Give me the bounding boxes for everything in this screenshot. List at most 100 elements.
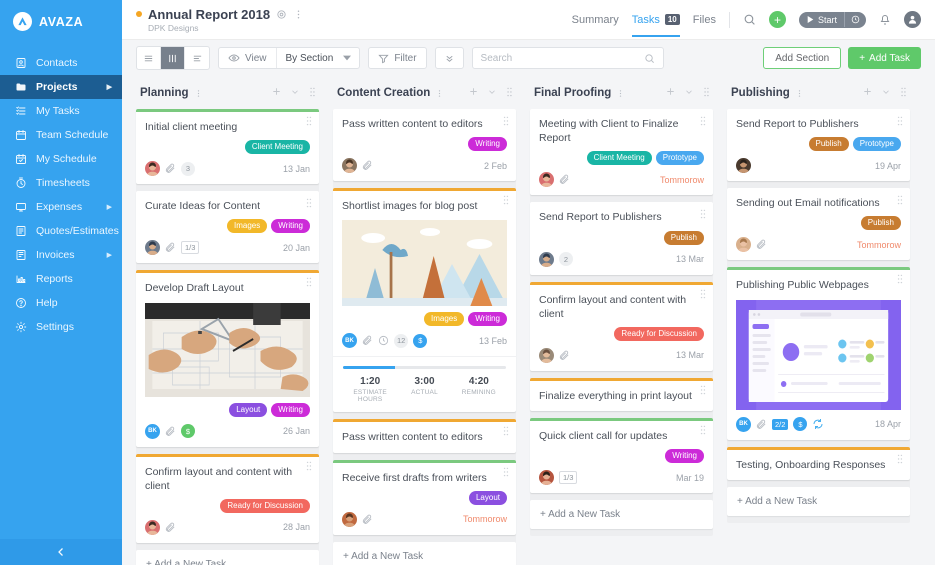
drag-handle-icon[interactable] — [502, 116, 510, 127]
tag[interactable]: Writing — [665, 449, 704, 464]
task-card[interactable]: Finalize everything in print layout — [530, 377, 713, 412]
sidebar-collapse-button[interactable] — [0, 539, 122, 565]
more-vertical-icon[interactable] — [194, 89, 203, 98]
avatar[interactable] — [539, 251, 554, 267]
drag-handle-icon[interactable] — [699, 209, 707, 220]
task-card[interactable]: Send Report to Publishers Publish 2 13 Mar — [530, 202, 713, 275]
avatar[interactable] — [539, 347, 554, 363]
task-card[interactable]: Shortlist images for blog post Images Writ… — [333, 188, 516, 413]
tag[interactable]: Images — [424, 312, 465, 327]
tag[interactable]: Prototype — [655, 151, 704, 166]
drag-handle-icon[interactable] — [502, 426, 510, 437]
board-view-icon[interactable] — [161, 47, 185, 69]
task-card[interactable]: Receive first drafts from writers Layout T… — [333, 459, 516, 535]
add-card-icon[interactable] — [665, 84, 676, 102]
task-card[interactable]: Pass written content to editors — [333, 419, 516, 453]
attachment-paperclip-icon[interactable] — [756, 239, 767, 250]
drag-handle-icon[interactable] — [502, 467, 510, 478]
task-card[interactable]: Send Report to Publishers Publish Prototyp… — [727, 109, 910, 182]
attachment-paperclip-icon[interactable] — [559, 350, 570, 361]
avatar[interactable] — [145, 519, 160, 535]
drag-handle-icon[interactable] — [699, 289, 707, 300]
add-new-task-button[interactable]: + Add a New Task — [530, 500, 713, 530]
avatar[interactable] — [145, 240, 160, 256]
attachment-paperclip-icon[interactable] — [165, 522, 176, 533]
search-box[interactable] — [471, 47, 664, 69]
task-card[interactable]: Testing, Onboarding Responses — [727, 446, 910, 480]
avatar[interactable] — [342, 158, 357, 174]
sidebar-item-settings[interactable]: Settings — [0, 315, 122, 339]
add-task-button[interactable]: + Add Task — [848, 47, 921, 69]
tab-tasks[interactable]: Tasks 10 — [631, 3, 680, 37]
plus-circle-icon[interactable]: + — [768, 11, 786, 28]
sidebar-item-projects[interactable]: Projects ▶ — [0, 75, 122, 99]
chevron-down-icon[interactable] — [290, 84, 300, 102]
sidebar-item-team-schedule[interactable]: Team Schedule — [0, 123, 122, 147]
attachment-paperclip-icon[interactable] — [362, 335, 373, 346]
add-card-icon[interactable] — [468, 84, 479, 102]
avatar[interactable] — [736, 158, 751, 174]
tag[interactable]: Ready for Discussion — [220, 498, 310, 513]
task-card[interactable]: Quick client call for updates Writing 1/3 M… — [530, 418, 713, 494]
more-vertical-icon[interactable] — [795, 89, 804, 98]
user-avatar-icon[interactable] — [904, 11, 921, 28]
task-card[interactable]: Publishing Public Webpages BK 2/2 $18 Apr — [727, 267, 910, 440]
tag[interactable]: Ready for Discussion — [614, 326, 704, 341]
collapse-all-button[interactable] — [434, 47, 464, 69]
more-vertical-icon[interactable] — [616, 89, 625, 98]
list-view-icon[interactable] — [137, 47, 161, 69]
tag[interactable]: Client Meeting — [586, 151, 652, 166]
tag[interactable]: Writing — [271, 402, 310, 417]
drag-handle-icon[interactable] — [502, 195, 510, 206]
drag-handle-icon[interactable] — [899, 84, 908, 102]
add-new-task-button[interactable]: + Add a New Task — [333, 541, 516, 565]
tag[interactable]: Publish — [860, 216, 901, 231]
bell-icon[interactable] — [879, 14, 891, 26]
drag-handle-icon[interactable] — [699, 425, 707, 436]
task-card[interactable]: Meeting with Client to Finalize Report Cl… — [530, 109, 713, 196]
more-vertical-icon[interactable] — [435, 89, 444, 98]
tag[interactable]: Images — [227, 219, 268, 234]
drag-handle-icon[interactable] — [896, 454, 904, 465]
sidebar-item-help[interactable]: Help — [0, 291, 122, 315]
drag-handle-icon[interactable] — [308, 84, 317, 102]
attachment-paperclip-icon[interactable] — [165, 426, 176, 437]
drag-handle-icon[interactable] — [896, 116, 904, 127]
drag-handle-icon[interactable] — [505, 84, 514, 102]
avatar[interactable] — [736, 237, 751, 253]
chevron-down-icon[interactable] — [881, 84, 891, 102]
start-timer-button[interactable]: Start — [798, 11, 866, 28]
drag-handle-icon[interactable] — [896, 274, 904, 285]
attachment-paperclip-icon[interactable] — [362, 514, 373, 525]
avatar[interactable]: BK — [145, 423, 160, 439]
sidebar-item-timesheets[interactable]: Timesheets — [0, 171, 122, 195]
attachment-paperclip-icon[interactable] — [165, 163, 176, 174]
add-card-icon[interactable] — [271, 84, 282, 102]
filter-button[interactable]: Filter — [368, 47, 427, 69]
more-vertical-icon[interactable] — [293, 9, 304, 20]
drag-handle-icon[interactable] — [305, 277, 313, 288]
tag[interactable]: Publish — [663, 230, 704, 245]
tag[interactable]: Writing — [271, 219, 310, 234]
detail-view-icon[interactable] — [185, 47, 209, 69]
sidebar-item-quotes-estimates[interactable]: Quotes/Estimates — [0, 219, 122, 243]
tab-files[interactable]: Files — [693, 3, 716, 37]
task-card[interactable]: Confirm layout and content with client Re… — [136, 453, 319, 543]
attachment-paperclip-icon[interactable] — [362, 160, 373, 171]
add-new-task-button[interactable]: + Add a New Task — [136, 549, 319, 565]
tag[interactable]: Prototype — [852, 137, 901, 152]
view-button[interactable]: View — [219, 48, 276, 68]
gear-icon[interactable] — [276, 9, 287, 20]
tab-summary[interactable]: Summary — [572, 3, 619, 37]
add-section-button[interactable]: Add Section — [763, 47, 842, 69]
sidebar-item-invoices[interactable]: Invoices ▶ — [0, 243, 122, 267]
attachment-paperclip-icon[interactable] — [165, 242, 176, 253]
drag-handle-icon[interactable] — [699, 116, 707, 127]
brand[interactable]: AVAZA — [0, 0, 122, 45]
avatar[interactable]: BK — [342, 333, 357, 349]
tag[interactable]: Writing — [468, 137, 507, 152]
task-card[interactable]: Pass written content to editors Writing 2 … — [333, 109, 516, 182]
add-card-icon[interactable] — [862, 84, 873, 102]
tag[interactable]: Publish — [808, 137, 849, 152]
task-card[interactable]: Develop Draft Layout Layout Writing BK $26 J… — [136, 270, 319, 447]
